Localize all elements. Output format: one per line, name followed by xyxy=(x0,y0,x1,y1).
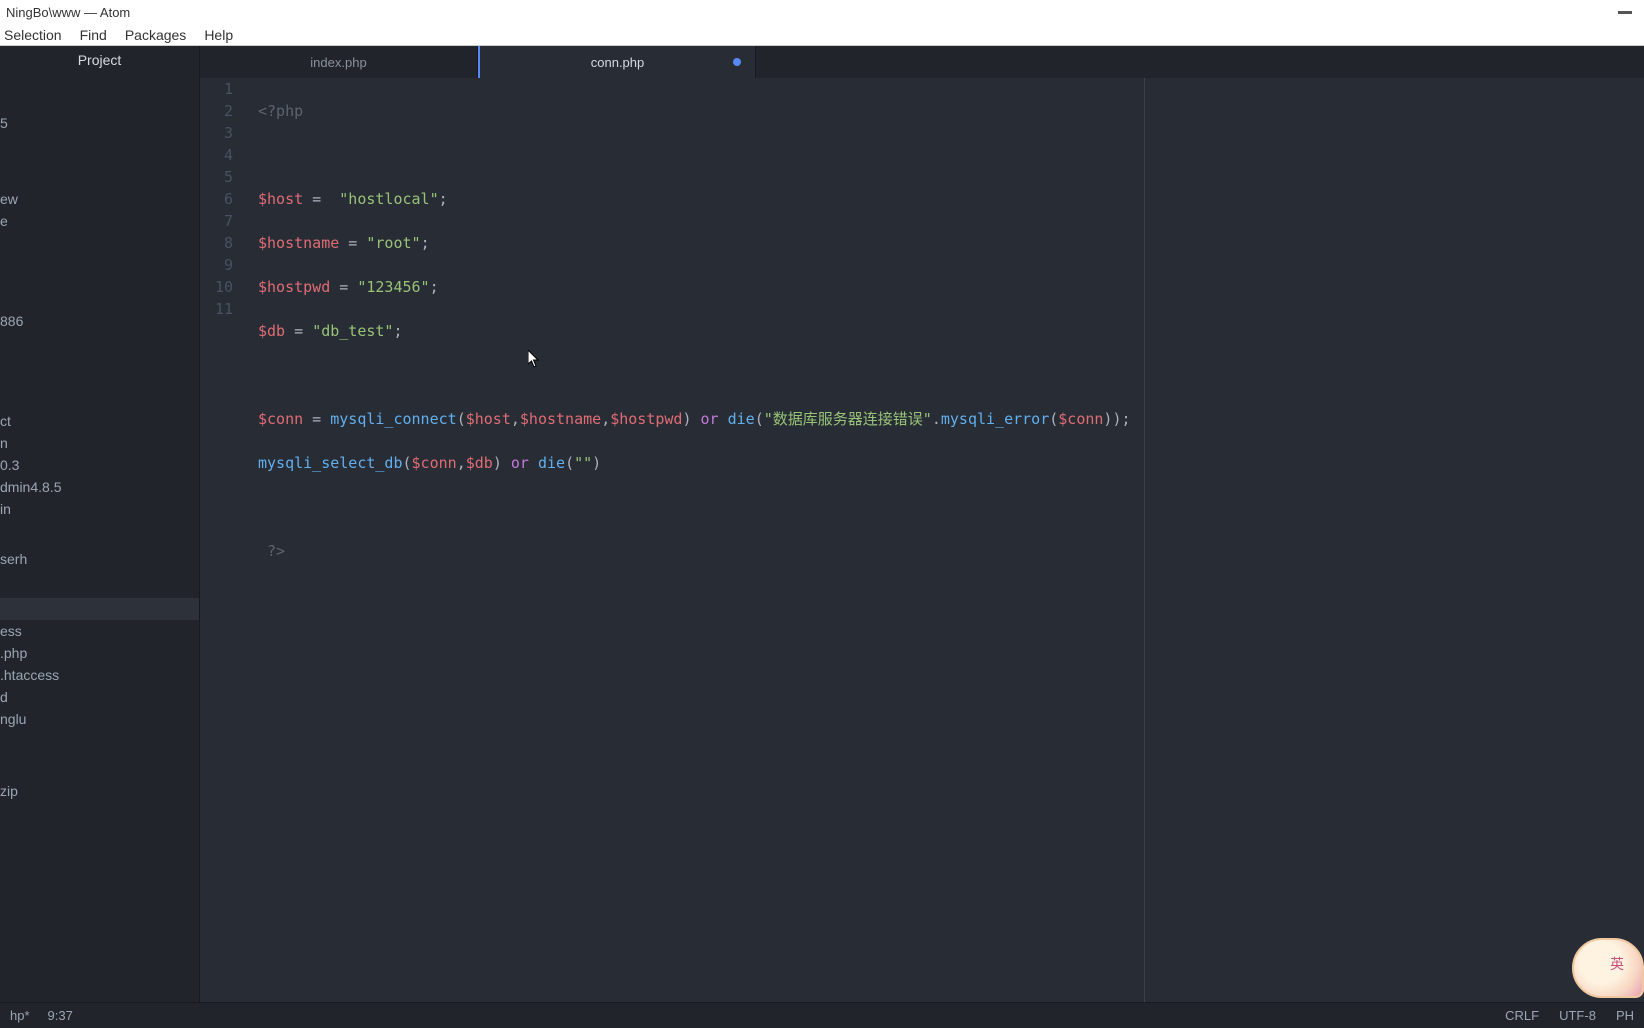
menu-selection[interactable]: Selection xyxy=(4,27,62,43)
wrap-guide xyxy=(1144,78,1145,1002)
titlebar: NingBo\www — Atom xyxy=(0,0,1644,24)
code-editor[interactable]: 1234567891011 <?php $host = "hostlocal";… xyxy=(200,78,1644,1002)
tree-item[interactable]: .php xyxy=(0,642,199,664)
tree-item[interactable]: ew xyxy=(0,188,199,210)
status-encoding[interactable]: UTF-8 xyxy=(1559,1008,1596,1023)
menu-find[interactable]: Find xyxy=(80,27,107,43)
menu-help[interactable]: Help xyxy=(204,27,233,43)
status-bar: hp* 9:37 CRLF UTF-8 PH xyxy=(0,1002,1644,1028)
tree-item[interactable]: ct xyxy=(0,410,199,432)
status-file[interactable]: hp* xyxy=(10,1008,30,1023)
code-content[interactable]: <?php $host = "hostlocal"; $hostname = "… xyxy=(244,78,1644,1002)
tree-item[interactable]: nglu xyxy=(0,708,199,730)
project-sidebar[interactable]: Project 5 ew e 886 ct n 0.3 dmin4.8.5 in… xyxy=(0,46,200,1002)
window-title: NingBo\www — Atom xyxy=(6,5,1618,20)
tree-item[interactable]: 0.3 xyxy=(0,454,199,476)
window-controls xyxy=(1618,11,1638,14)
menu-packages[interactable]: Packages xyxy=(125,27,186,43)
status-language[interactable]: PH xyxy=(1616,1008,1634,1023)
tree-item-selected[interactable] xyxy=(0,598,199,620)
ime-float-widget[interactable] xyxy=(1572,938,1644,998)
tree-item[interactable]: e xyxy=(0,210,199,232)
sidebar-header: Project xyxy=(0,46,199,74)
tab-bar: index.php conn.php xyxy=(200,46,1644,78)
tree-item[interactable]: .htaccess xyxy=(0,664,199,686)
tab-conn-php[interactable]: conn.php xyxy=(478,46,756,78)
tab-label: index.php xyxy=(310,55,366,70)
menubar: Selection Find Packages Help xyxy=(0,24,1644,46)
tree-item[interactable]: zip xyxy=(0,780,199,802)
tab-index-php[interactable]: index.php xyxy=(200,46,478,78)
tree-item[interactable]: in xyxy=(0,498,199,520)
status-eol[interactable]: CRLF xyxy=(1505,1008,1539,1023)
minimize-icon[interactable] xyxy=(1618,11,1632,14)
tree-item[interactable]: dmin4.8.5 xyxy=(0,476,199,498)
tree-item[interactable]: serh xyxy=(0,548,199,570)
tab-label: conn.php xyxy=(591,55,645,70)
tree-item[interactable] xyxy=(0,730,199,752)
editor-pane: index.php conn.php 1234567891011 <?php $… xyxy=(200,46,1644,1002)
status-cursor-position[interactable]: 9:37 xyxy=(48,1008,73,1023)
tree-item[interactable]: 886 xyxy=(0,310,199,332)
tree-item[interactable]: 5 xyxy=(0,112,199,134)
tree-item[interactable]: ess xyxy=(0,620,199,642)
file-tree[interactable]: 5 ew e 886 ct n 0.3 dmin4.8.5 in serh es… xyxy=(0,74,199,802)
tree-item[interactable]: n xyxy=(0,432,199,454)
line-gutter: 1234567891011 xyxy=(200,78,244,1002)
tree-item[interactable]: d xyxy=(0,686,199,708)
workspace: Project 5 ew e 886 ct n 0.3 dmin4.8.5 in… xyxy=(0,46,1644,1002)
modified-indicator-icon xyxy=(733,58,741,66)
